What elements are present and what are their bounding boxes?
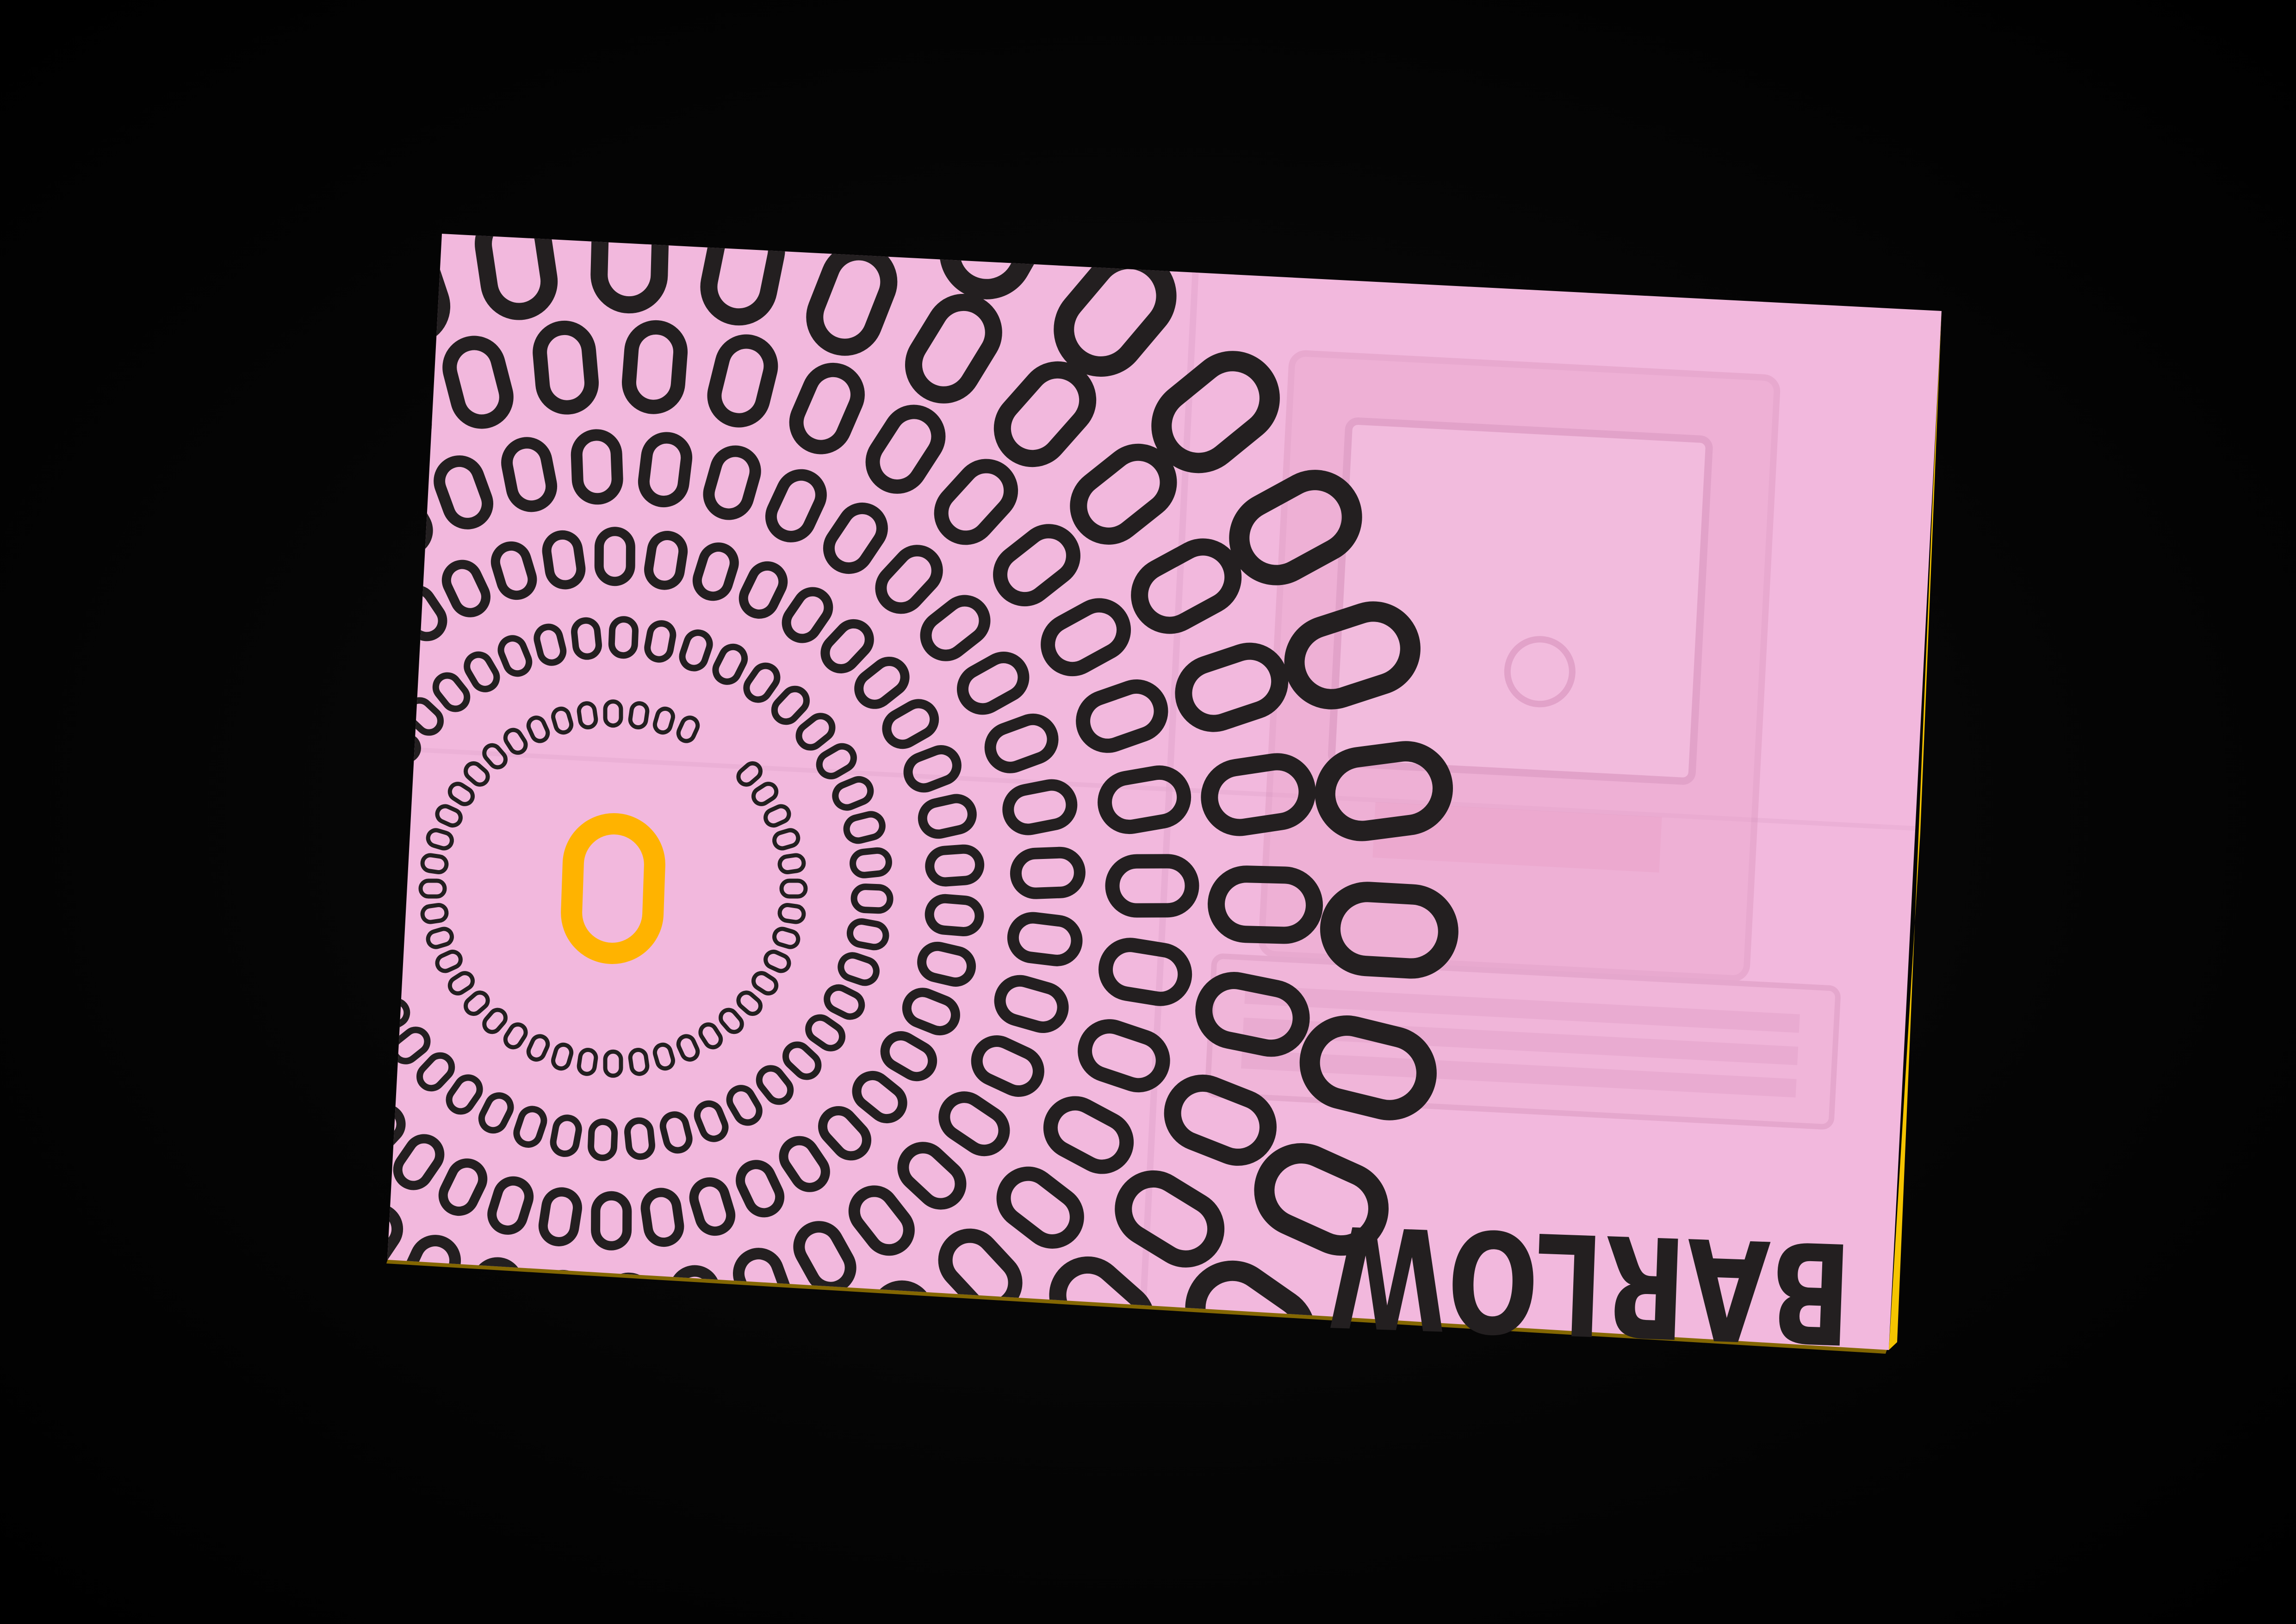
ring-zero-glyph — [713, 1348, 784, 1350]
ring-zero-glyph — [59, 1025, 150, 1097]
ring-zero-glyph — [234, 1114, 309, 1184]
ring-zero-glyph — [266, 742, 324, 790]
ring-zero-glyph — [603, 1272, 656, 1348]
ring-zero-glyph — [309, 519, 380, 594]
ring-zero-glyph — [288, 695, 347, 747]
ring-zero-glyph — [0, 841, 11, 904]
title-group: BARLOW — [1326, 1194, 1854, 1373]
ring-zero-glyph — [335, 866, 372, 891]
ring-zero-glyph — [252, 792, 308, 834]
ring-zero-glyph — [201, 460, 291, 552]
ring-zero-glyph — [34, 867, 114, 916]
ring-zero-glyph — [143, 1168, 236, 1256]
ring-zero-glyph — [281, 1161, 354, 1235]
ring-zero-glyph — [983, 1445, 1110, 1584]
poster-title: BARLOW — [1326, 1194, 1854, 1373]
ring-zero-glyph — [444, 1455, 523, 1563]
ring-zero-glyph — [196, 1061, 271, 1127]
ring-zero-glyph — [387, 616, 409, 672]
ring-zero-glyph — [286, 1027, 345, 1079]
ring-zero-glyph — [265, 985, 323, 1032]
ring-zero-glyph — [252, 275, 351, 390]
ring-zero-glyph — [565, 1472, 628, 1571]
ring-zero-glyph — [0, 611, 62, 703]
ring-zero-glyph — [0, 946, 21, 1020]
ring-zero-glyph — [863, 1512, 978, 1624]
ring-zero-glyph — [387, 1323, 437, 1350]
ring-zero-glyph — [205, 1229, 295, 1321]
ring-zero-glyph — [0, 723, 28, 802]
ring-zero-glyph — [317, 652, 376, 708]
ring-zero-glyph — [38, 946, 125, 1008]
scanned-poster-scene: BARLOW — [0, 0, 2296, 1624]
ring-zero-glyph — [544, 1369, 599, 1452]
ring-zero-glyph — [387, 966, 394, 1002]
ring-zero-glyph — [305, 1534, 414, 1624]
ring-zero-glyph — [159, 745, 231, 801]
ring-zero-glyph — [735, 1559, 833, 1624]
ring-zero-glyph — [453, 1571, 544, 1624]
ring-zero-glyph — [673, 1462, 747, 1568]
ring-zero-glyph — [0, 1141, 97, 1241]
ring-zero-glyph — [147, 815, 215, 862]
ring-zero-glyph — [246, 894, 298, 929]
ring-zero-glyph — [94, 1099, 187, 1181]
poster-sheet: BARLOW — [0, 0, 2296, 1624]
ring-zero-glyph — [387, 1203, 403, 1275]
ring-zero-glyph — [151, 944, 222, 996]
poster-artwork: BARLOW — [0, 75, 1942, 1624]
ring-zero-glyph — [0, 1046, 50, 1134]
ring-zero-glyph — [387, 484, 433, 556]
ring-zero-glyph — [450, 1352, 517, 1441]
ring-zero-glyph — [0, 1299, 80, 1431]
ring-zero-glyph — [812, 234, 921, 244]
ring-zero-glyph — [45, 1395, 178, 1533]
ring-zero-glyph — [545, 75, 623, 195]
ring-zero-glyph — [221, 1371, 324, 1486]
ring-zero-glyph — [315, 1066, 374, 1122]
ring-zero-glyph — [57, 685, 148, 757]
ring-zero-glyph — [387, 757, 403, 793]
ring-zero-glyph — [393, 87, 491, 218]
ring-zero-glyph — [336, 901, 375, 928]
ring-zero-glyph — [341, 934, 382, 965]
ring-zero-glyph — [338, 828, 378, 858]
ring-zero-glyph — [603, 1582, 681, 1624]
ring-zero-glyph — [181, 679, 256, 742]
ring-zero-glyph — [168, 1004, 242, 1064]
ring-zero-glyph — [0, 392, 45, 521]
ring-zero-glyph — [0, 507, 114, 610]
ring-zero-glyph — [387, 365, 432, 457]
ring-zero-glyph — [794, 1320, 870, 1350]
ring-zero-glyph — [534, 1269, 589, 1345]
ring-zero-glyph — [46, 1229, 160, 1337]
ring-zero-glyph — [257, 565, 331, 638]
ring-zero-glyph — [387, 234, 451, 345]
ring-zero-glyph — [116, 193, 243, 332]
ring-zero-glyph — [168, 1475, 290, 1614]
ring-zero-glyph — [68, 415, 181, 525]
ring-zero-glyph — [91, 602, 185, 683]
ring-zero-glyph — [279, 1281, 363, 1375]
ring-zero-glyph — [329, 1421, 421, 1534]
ring-zero-glyph — [682, 79, 773, 206]
ring-zero-glyph — [1090, 1359, 1226, 1495]
ring-zero-glyph — [251, 940, 307, 982]
ring-zero-glyph — [633, 1368, 689, 1451]
ring-zero-glyph — [776, 1433, 865, 1545]
ring-zero-glyph — [387, 791, 389, 825]
ring-zero-glyph — [0, 282, 136, 418]
ring-zero-glyph — [126, 1307, 236, 1420]
ring-zero-glyph — [214, 619, 290, 688]
ring-zero-glyph — [38, 775, 124, 836]
ring-zero-glyph — [246, 844, 298, 879]
ring-zero-glyph — [273, 405, 358, 499]
ring-zero-glyph — [875, 1387, 974, 1502]
ring-zero-glyph — [139, 526, 232, 613]
ring-zero-glyph — [248, 127, 363, 265]
ring-zero-glyph — [153, 336, 261, 451]
ring-zero-glyph — [969, 1330, 1070, 1350]
ring-zero-glyph — [146, 883, 211, 925]
